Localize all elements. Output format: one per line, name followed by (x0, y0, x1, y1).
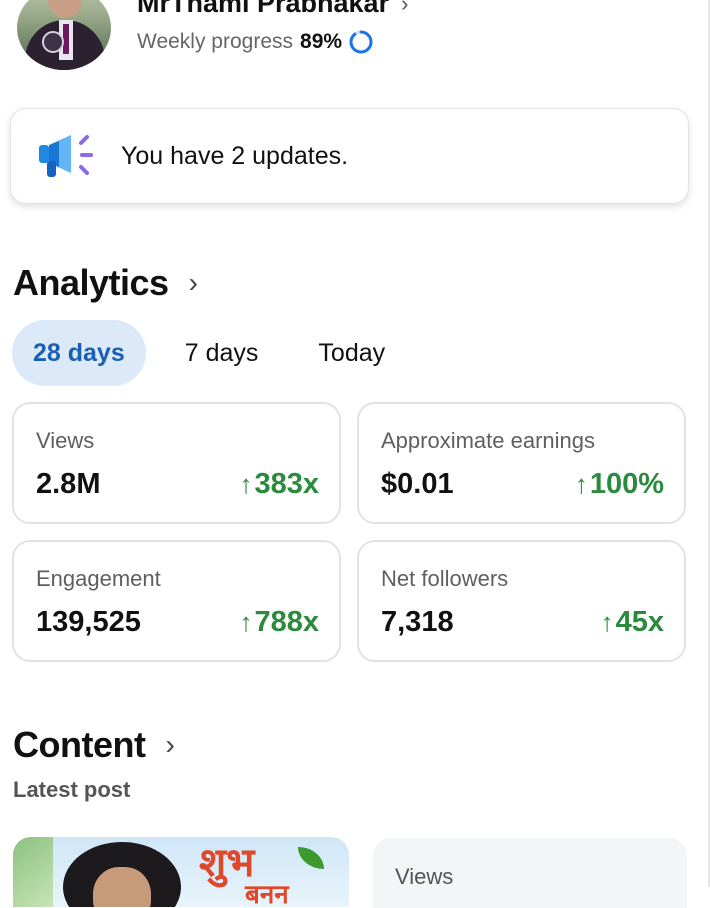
avatar-tie (63, 24, 69, 54)
stat-value: 2.8M (36, 468, 101, 500)
stat-card-net-followers[interactable]: Net followers 7,318 ↑ 45x (357, 540, 686, 662)
stat-delta-value: 383x (254, 468, 319, 500)
post-views-card[interactable]: Views (373, 838, 687, 908)
arrow-up-icon: ↑ (239, 607, 253, 637)
stat-label: Views (36, 428, 95, 453)
chevron-right-icon: › (165, 729, 175, 760)
stat-delta-value: 45x (615, 606, 664, 638)
post-views-label: Views (395, 864, 454, 889)
thumbnail-greeting-subtext: बनन (245, 880, 289, 907)
progress-ring-icon (349, 30, 373, 54)
tab-28-days[interactable]: 28 days (12, 320, 146, 386)
updates-card[interactable]: You have 2 updates. (10, 108, 689, 204)
profile-name-link[interactable]: MrThami Prabhakar › (137, 0, 408, 19)
stat-delta: ↑ 788x (239, 606, 319, 639)
stat-value: $0.01 (381, 468, 454, 500)
tab-today[interactable]: Today (297, 320, 406, 386)
avatar[interactable] (17, 0, 111, 70)
stat-label: Engagement (36, 566, 161, 591)
analytics-header[interactable]: Analytics › (13, 262, 198, 304)
leaf-icon (298, 847, 324, 869)
latest-post-thumbnail[interactable]: शुभ बनन (13, 837, 349, 907)
profile-name: MrThami Prabhakar (137, 0, 390, 18)
chevron-right-icon: › (188, 267, 198, 298)
content-header[interactable]: Content › (13, 724, 175, 766)
progress-ring-arc (349, 30, 373, 54)
stat-card-approximate-earnings[interactable]: Approximate earnings $0.01 ↑ 100% (357, 402, 686, 524)
stat-card-engagement[interactable]: Engagement 139,525 ↑ 788x (12, 540, 341, 662)
stat-delta-value: 788x (254, 606, 319, 638)
arrow-up-icon: ↑ (239, 469, 253, 499)
stat-value: 139,525 (36, 606, 141, 638)
stat-delta: ↑ 45x (601, 606, 664, 639)
content-title: Content (13, 724, 146, 765)
progress-label: Weekly progress (137, 30, 294, 53)
stat-label: Net followers (381, 566, 509, 591)
stat-card-views[interactable]: Views 2.8M ↑ 383x (12, 402, 341, 524)
stat-delta-value: 100% (589, 468, 664, 500)
megaphone-icon (39, 135, 93, 177)
weekly-progress: Weekly progress 89% (137, 29, 374, 55)
progress-value: 89% (300, 30, 343, 53)
avatar-head (48, 0, 82, 18)
updates-text: You have 2 updates. (121, 141, 349, 170)
arrow-up-icon: ↑ (600, 607, 614, 637)
analytics-title: Analytics (13, 262, 169, 303)
stat-delta: ↑ 383x (239, 468, 319, 501)
latest-post-label: Latest post (13, 777, 131, 802)
arrow-up-icon: ↑ (574, 469, 588, 499)
analytics-range-tabs: 28 days 7 days Today (12, 320, 406, 386)
stat-delta: ↑ 100% (575, 468, 664, 501)
stat-value: 7,318 (381, 606, 454, 638)
stat-label: Approximate earnings (381, 428, 596, 453)
tab-7-days[interactable]: 7 days (164, 320, 280, 386)
avatar-microphone (42, 31, 64, 53)
thumbnail-leaf-decoration (13, 837, 53, 907)
thumbnail-face (93, 867, 151, 907)
chevron-right-icon: › (401, 0, 409, 16)
